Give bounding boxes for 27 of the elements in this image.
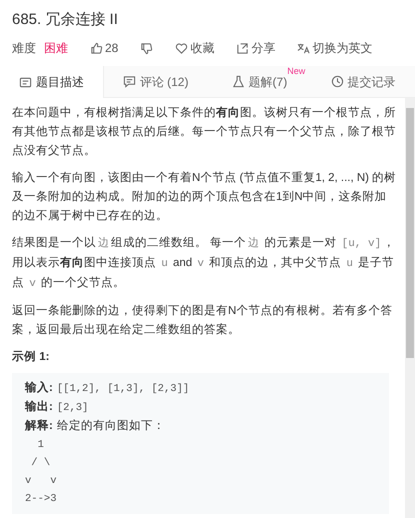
translate-icon bbox=[297, 42, 310, 54]
paragraph: 输入一个有向图，该图由一个有着N个节点 (节点值不重复1, 2, ..., N) 的树及一条附加的边构成。附加的边的两个顶点包含在1到N中间，这条附加的边不属于树中已存在的边。 bbox=[12, 170, 397, 224]
clock-icon bbox=[330, 75, 344, 88]
heart-icon bbox=[175, 42, 188, 54]
tab[interactable]: 题目描述 bbox=[0, 66, 104, 98]
paragraph: 在本问题中，有根树指满足以下条件的有向 图。该树只有一个根节点，所有其他节点都是该根节点的后继。每一个节点只有一个父节点，除了根节点没有父节点。 bbox=[12, 105, 397, 159]
thumbs-up-icon bbox=[90, 42, 103, 54]
like-button[interactable]: 28 bbox=[90, 39, 118, 57]
example-heading: 示例 1: bbox=[12, 350, 50, 365]
comment-icon bbox=[122, 75, 136, 88]
paragraph: 返回一条能删除的边，使得剩下的图是有N个节点的有根树。若有多个答案，返回最后出现在给定二维数组的答案。 bbox=[12, 304, 394, 338]
share-icon bbox=[236, 42, 250, 54]
dislike-button[interactable] bbox=[140, 42, 154, 54]
favorite-button[interactable]: 收藏 bbox=[175, 39, 214, 57]
flask-icon bbox=[232, 75, 245, 88]
new-label: New bbox=[287, 67, 306, 76]
document-icon bbox=[18, 76, 32, 88]
translate-button[interactable]: 切换为英文 bbox=[297, 39, 372, 57]
code-block: 输入: [[1,2], [1,3], [2,3]] 输出: [2,3] 解释: 给定的有向图如下： 1 / \ v v 2-->3 bbox=[12, 373, 389, 514]
paragraph: 结果图是一个以 边 组成的二维数组。 每一个 边 的元素是一对 [u, v] ，用以表示有向 图中连接顶点 u and v 和顶点的边，其中父节点 u 是子节点 v 的一个父节点。 bbox=[12, 236, 396, 292]
difficulty-value: 困难 bbox=[44, 40, 68, 57]
difficulty-label: 难度 bbox=[12, 40, 36, 57]
problem-title: 685. 冗余连接 II bbox=[12, 10, 119, 30]
scrollbar[interactable] bbox=[405, 98, 415, 518]
share-button[interactable]: 分享 bbox=[236, 39, 276, 57]
tab[interactable]: 提交记录 bbox=[311, 66, 415, 97]
tab[interactable]: 评论 (12) bbox=[104, 66, 208, 97]
